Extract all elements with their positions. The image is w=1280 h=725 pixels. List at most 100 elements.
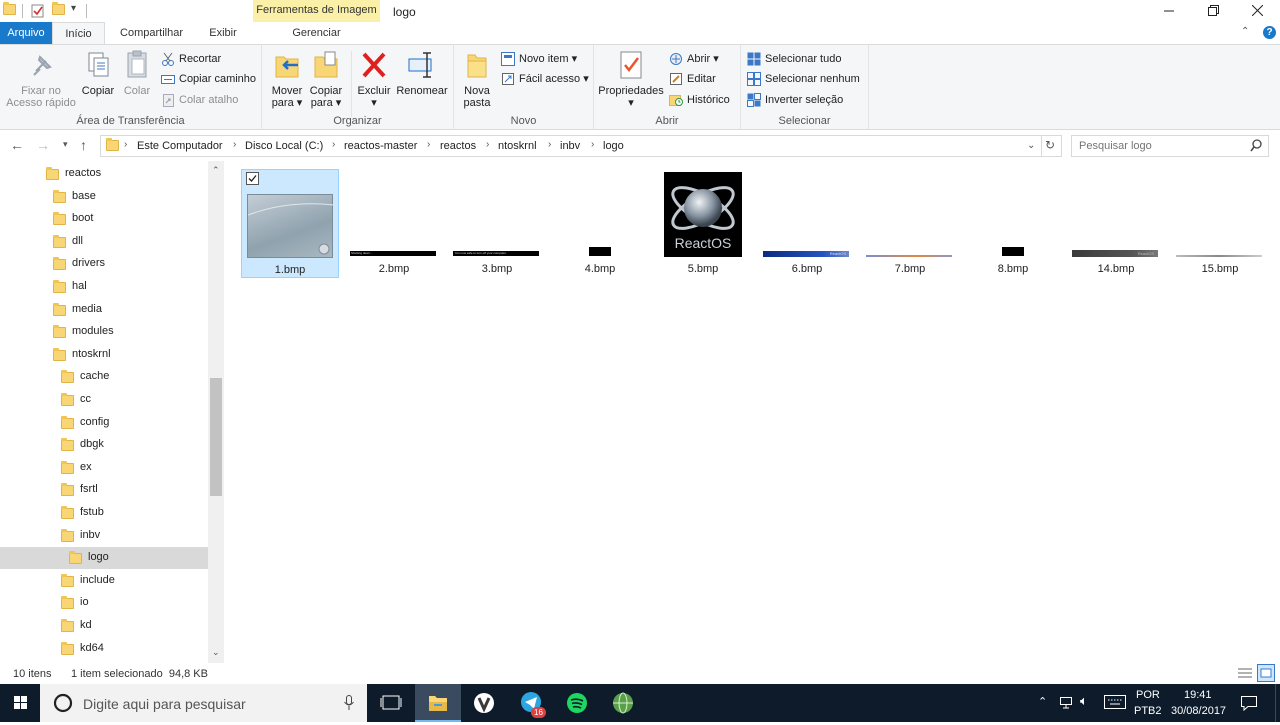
new-folder-quick-icon[interactable] (52, 2, 65, 17)
search-icon[interactable] (1250, 139, 1262, 155)
input-language[interactable]: POR (1136, 689, 1160, 701)
tab-home[interactable]: Início (52, 22, 105, 44)
up-arrow-icon[interactable]: ↑ (80, 137, 87, 153)
volume-icon[interactable]: 🔈︎ (1080, 693, 1088, 709)
restore-button[interactable] (1190, 0, 1236, 22)
paste-shortcut-button[interactable]: Colar atalho (161, 91, 238, 109)
tree-item-kd64[interactable]: kd64 (0, 638, 208, 660)
details-view-icon[interactable] (1237, 666, 1253, 683)
tree-item-ex[interactable]: ex (0, 457, 208, 479)
tree-item-include[interactable]: include (0, 570, 208, 592)
delete-button[interactable]: Excluir ▾ (355, 49, 393, 109)
breadcrumb-reactos-master[interactable]: reactos-master (344, 140, 417, 152)
breadcrumb-reactos[interactable]: reactos (440, 140, 476, 152)
microphone-icon[interactable] (344, 695, 354, 711)
invert-selection-button[interactable]: Inverter seleção (747, 91, 843, 109)
spotify-icon[interactable] (554, 684, 600, 722)
scroll-up-icon[interactable]: ⌃ (212, 165, 220, 176)
chevron-right-icon[interactable]: › (427, 139, 430, 150)
minimize-button[interactable] (1146, 0, 1192, 22)
tab-manage[interactable]: Gerenciar (253, 22, 380, 44)
properties-dropdown-icon[interactable]: ▾ (598, 97, 664, 109)
tree-item-base[interactable]: base (0, 186, 208, 208)
copy-button[interactable]: Copiar (78, 49, 118, 97)
file-item-3[interactable]: It is now safe to turn off your computer… (448, 169, 546, 278)
keyboard-icon[interactable] (1104, 695, 1126, 712)
breadcrumb-this-pc[interactable]: Este Computador (137, 140, 223, 152)
tree-item-dll[interactable]: dll (0, 231, 208, 253)
properties-quick-icon[interactable] (31, 4, 44, 18)
breadcrumb-ntoskrnl[interactable]: ntoskrnl (498, 140, 537, 152)
nav-scrollbar[interactable]: ⌃ ⌄ (208, 161, 224, 663)
tree-item-cc[interactable]: cc (0, 389, 208, 411)
rename-button[interactable]: Renomear (394, 49, 450, 97)
easy-access-button[interactable]: Fácil acesso ▾ (501, 70, 589, 88)
breadcrumb-local-disk[interactable]: Disco Local (C:) (245, 140, 323, 152)
address-bar[interactable]: › Este Computador › Disco Local (C:) › r… (100, 135, 1062, 157)
tree-item-dbgk[interactable]: dbgk (0, 434, 208, 456)
file-item-4[interactable]: 4.bmp (551, 169, 649, 278)
chevron-right-icon[interactable]: › (548, 139, 551, 150)
clock-time[interactable]: 19:41 (1184, 689, 1212, 701)
collapse-ribbon-icon[interactable]: ⌃ (1241, 26, 1249, 37)
open-button[interactable]: Abrir ▾ (669, 50, 719, 68)
scroll-down-icon[interactable]: ⌄ (212, 647, 220, 658)
tree-item-boot[interactable]: boot (0, 208, 208, 230)
clock-date[interactable]: 30/08/2017 (1171, 705, 1226, 717)
history-button[interactable]: Histórico (669, 91, 730, 109)
start-windows-icon[interactable] (0, 684, 40, 722)
globe-app-icon[interactable] (600, 684, 646, 722)
tree-item-logo[interactable]: logo (0, 547, 208, 570)
close-button[interactable] (1234, 0, 1280, 22)
refresh-icon[interactable]: ↻ (1045, 138, 1055, 152)
copy-to-button[interactable]: Copiar para ▾ (307, 49, 345, 109)
chevron-right-icon[interactable]: › (486, 139, 489, 150)
back-arrow-icon[interactable]: ← (10, 137, 24, 153)
recent-locations-icon[interactable]: ▾ (63, 139, 68, 150)
tree-item-io[interactable]: io (0, 592, 208, 614)
file-item-15[interactable]: 15.bmp (1171, 169, 1269, 278)
input-layout[interactable]: PTB2 (1134, 705, 1162, 717)
tree-item-drivers[interactable]: drivers (0, 253, 208, 275)
file-item-14[interactable]: ReactOS 14.bmp (1067, 169, 1165, 278)
chevron-right-icon[interactable]: › (591, 139, 594, 150)
new-item-button[interactable]: Novo item ▾ (501, 50, 577, 68)
paste-button[interactable]: Colar (119, 49, 155, 97)
network-icon[interactable] (1058, 694, 1074, 713)
help-icon[interactable]: ? (1263, 26, 1276, 39)
tree-item-kd[interactable]: kd (0, 615, 208, 637)
file-item-5[interactable]: ReactOS 5.bmp (654, 169, 752, 278)
tree-item-inbv[interactable]: inbv (0, 525, 208, 547)
tree-item-cache[interactable]: cache (0, 366, 208, 388)
move-to-button[interactable]: Mover para ▾ (268, 49, 306, 109)
nav-scrollbar-thumb[interactable] (210, 378, 222, 496)
tree-item-config[interactable]: config (0, 412, 208, 434)
file-item-7[interactable]: 7.bmp (861, 169, 959, 278)
search-input[interactable] (1072, 136, 1242, 156)
chevron-right-icon[interactable]: › (124, 139, 127, 150)
select-all-button[interactable]: Selecionar tudo (747, 50, 841, 68)
file-explorer-taskbar-icon[interactable] (415, 684, 461, 722)
cut-button[interactable]: Recortar (161, 50, 221, 68)
chevron-right-icon[interactable]: › (332, 139, 335, 150)
tree-item-fstub[interactable]: fstub (0, 502, 208, 524)
new-folder-button[interactable]: Nova pasta (458, 49, 496, 109)
action-center-icon[interactable] (1240, 694, 1258, 715)
telegram-icon[interactable]: 16 (508, 684, 554, 722)
breadcrumb-inbv[interactable]: inbv (560, 140, 580, 152)
properties-button[interactable]: Propriedades ▾ (598, 49, 664, 109)
customize-quick-access-icon[interactable]: ▾ (71, 3, 76, 14)
pin-quick-access-button[interactable]: Fixar no Acesso rápido (5, 49, 77, 109)
tab-file[interactable]: Arquivo (0, 22, 52, 44)
tree-item-hal[interactable]: hal (0, 276, 208, 298)
chevron-right-icon[interactable]: › (233, 139, 236, 150)
vivaldi-icon[interactable] (461, 684, 507, 722)
item-checkbox[interactable] (246, 172, 259, 185)
show-desktop-button[interactable] (1275, 684, 1280, 722)
edit-button[interactable]: Editar (669, 70, 716, 88)
address-dropdown-icon[interactable]: ⌄ (1027, 140, 1035, 151)
taskbar-search-box[interactable]: Digite aqui para pesquisar (40, 684, 367, 722)
file-item-2[interactable]: Shutting down... 2.bmp (345, 169, 443, 278)
file-item-8[interactable]: 8.bmp (964, 169, 1062, 278)
breadcrumb-logo[interactable]: logo (603, 140, 624, 152)
